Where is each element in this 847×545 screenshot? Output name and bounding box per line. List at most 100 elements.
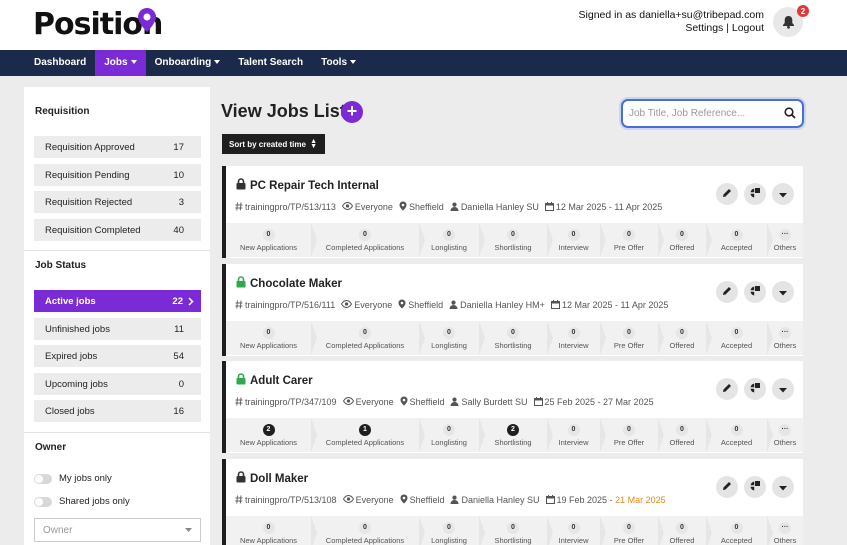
pipeline-stage[interactable]: 0 Offered (658, 516, 712, 545)
job-title[interactable]: Adult Carer (236, 373, 313, 388)
pipeline-stage[interactable]: 0 New Applications (226, 516, 317, 545)
job-visibility: Everyone (342, 396, 394, 407)
filter-requisition-rejected[interactable]: Requisition Rejected 3 (34, 191, 201, 213)
job-title-text: Chocolate Maker (250, 277, 343, 290)
more-options-button[interactable] (772, 183, 794, 205)
pipeline-stage[interactable]: 0 Interview (547, 516, 606, 545)
pipeline-stage[interactable]: 0 Longlisting (419, 321, 485, 355)
job-title[interactable]: PC Repair Tech Internal (236, 178, 379, 193)
job-title[interactable]: Doll Maker (236, 471, 308, 486)
pipeline-stage[interactable]: 0 Accepted (706, 418, 773, 452)
filter-requisition-completed[interactable]: Requisition Completed 40 (34, 219, 201, 241)
toggle-switch[interactable] (34, 473, 52, 484)
pipeline-stage[interactable]: 0 Completed Applications (311, 223, 425, 257)
chevron-down-icon (779, 283, 787, 301)
pipeline-stage[interactable]: 0 Longlisting (419, 516, 485, 545)
pipeline-stage[interactable]: 2 Shortlisting (479, 418, 553, 452)
search-input[interactable] (629, 101, 779, 126)
job-reference-text: trainingpro/TP/347/109 (245, 397, 337, 407)
pipeline-stage[interactable]: 0 Shortlisting (479, 516, 553, 545)
main-nav: Dashboard Jobs Onboarding Talent Search … (0, 50, 847, 76)
nav-talent-search[interactable]: Talent Search (229, 50, 312, 76)
toggle-switch[interactable] (34, 496, 52, 507)
pipeline-stage[interactable]: 0 Shortlisting (479, 321, 553, 355)
pipeline-stage[interactable]: 0 Offered (658, 223, 712, 257)
filter-expired-jobs[interactable]: Expired jobs 54 (34, 345, 201, 367)
job-title-text: PC Repair Tech Internal (250, 179, 379, 192)
nav-jobs[interactable]: Jobs (95, 50, 146, 76)
hash-icon (235, 494, 245, 506)
pipeline-stage[interactable]: 0 Pre Offer (600, 223, 664, 257)
pipeline-stage[interactable]: 0 Pre Offer (600, 418, 664, 452)
job-location: Sheffield (399, 201, 444, 213)
nav-tools[interactable]: Tools (312, 50, 365, 76)
nav-dashboard[interactable]: Dashboard (25, 50, 95, 76)
link-separator: | (726, 22, 729, 34)
job-search (621, 99, 804, 128)
job-location-text: Sheffield (409, 397, 445, 407)
filter-label: Upcoming jobs (45, 378, 108, 390)
shared-jobs-only-toggle[interactable]: Shared jobs only (34, 496, 130, 507)
more-options-button[interactable] (772, 476, 794, 498)
toggle-label: Shared jobs only (59, 496, 130, 507)
sort-button[interactable]: Sort by created time ▲ ▼ (222, 134, 325, 154)
pipeline-stage[interactable]: 0 Pre Offer (600, 516, 664, 545)
pipeline-stage[interactable]: 0 Completed Applications (311, 516, 425, 545)
pipeline-stage[interactable]: 0 Accepted (706, 516, 773, 545)
nav-label: Talent Search (238, 57, 304, 68)
pipeline-stage[interactable]: 0 Pre Offer (600, 321, 664, 355)
nav-onboarding[interactable]: Onboarding (146, 50, 230, 76)
eye-icon (341, 201, 355, 212)
stage-label: Pre Offer (613, 340, 645, 350)
stage-label: Shortlisting (494, 340, 532, 350)
filter-requisition-approved[interactable]: Requisition Approved 17 (34, 136, 201, 158)
logout-link[interactable]: Logout (732, 22, 764, 34)
pipeline-stage[interactable]: 0 Accepted (706, 321, 773, 355)
stage-label: Accepted (720, 437, 753, 447)
pipeline-stage[interactable]: 0 Completed Applications (311, 321, 425, 355)
pipeline-stage[interactable]: 0 Longlisting (419, 418, 485, 452)
hash-icon (235, 201, 245, 213)
edit-button[interactable] (716, 281, 738, 303)
pipeline-stage[interactable]: 0 Offered (658, 418, 712, 452)
edit-button[interactable] (716, 378, 738, 400)
card-actions (710, 281, 794, 303)
search-icon[interactable] (784, 107, 796, 119)
pipeline-stage[interactable]: 1 Completed Applications (311, 418, 425, 452)
pipeline-stage[interactable]: 0 Interview (547, 321, 606, 355)
pipeline-stage[interactable]: 0 Offered (658, 321, 712, 355)
filter-unfinished-jobs[interactable]: Unfinished jobs 11 (34, 318, 201, 340)
filter-count: 16 (173, 405, 184, 417)
pipeline-stage[interactable]: 0 Shortlisting (479, 223, 553, 257)
my-jobs-only-toggle[interactable]: My jobs only (34, 473, 112, 484)
pipeline-stage[interactable]: 0 Longlisting (419, 223, 485, 257)
filter-closed-jobs[interactable]: Closed jobs 16 (34, 400, 201, 422)
edit-button[interactable] (716, 476, 738, 498)
stats-button[interactable] (744, 476, 766, 498)
stats-button[interactable] (744, 281, 766, 303)
pipeline-stage[interactable]: 0 Accepted (706, 223, 773, 257)
pipeline-stage[interactable]: 0 Interview (547, 223, 606, 257)
job-title[interactable]: Chocolate Maker (236, 276, 342, 291)
pipeline-stage[interactable]: 0 Interview (547, 418, 606, 452)
filter-active-jobs[interactable]: Active jobs 22 (34, 290, 201, 312)
pipeline-stage[interactable]: 0 New Applications (226, 223, 317, 257)
owner-title: Owner (35, 442, 67, 453)
job-visibility-text: Everyone (354, 300, 393, 310)
filter-upcoming-jobs[interactable]: Upcoming jobs 0 (34, 373, 201, 395)
pipeline-stage[interactable]: 0 New Applications (226, 321, 317, 355)
stats-button[interactable] (744, 378, 766, 400)
more-options-button[interactable] (772, 281, 794, 303)
settings-link[interactable]: Settings (685, 22, 723, 34)
pipeline-stage[interactable]: 2 New Applications (226, 418, 317, 452)
job-meta: trainingpro/TP/347/109 Everyone Sheffield S… (235, 396, 660, 408)
more-options-button[interactable] (772, 378, 794, 400)
job-location: Sheffield (400, 494, 444, 506)
stage-label: Longlisting (431, 242, 467, 252)
filter-requisition-pending[interactable]: Requisition Pending 10 (34, 164, 201, 186)
add-job-button[interactable]: + (341, 101, 363, 123)
edit-button[interactable] (716, 183, 738, 205)
owner-select[interactable]: Owner (34, 518, 201, 542)
stats-button[interactable] (744, 183, 766, 205)
filter-label: Expired jobs (45, 350, 98, 362)
